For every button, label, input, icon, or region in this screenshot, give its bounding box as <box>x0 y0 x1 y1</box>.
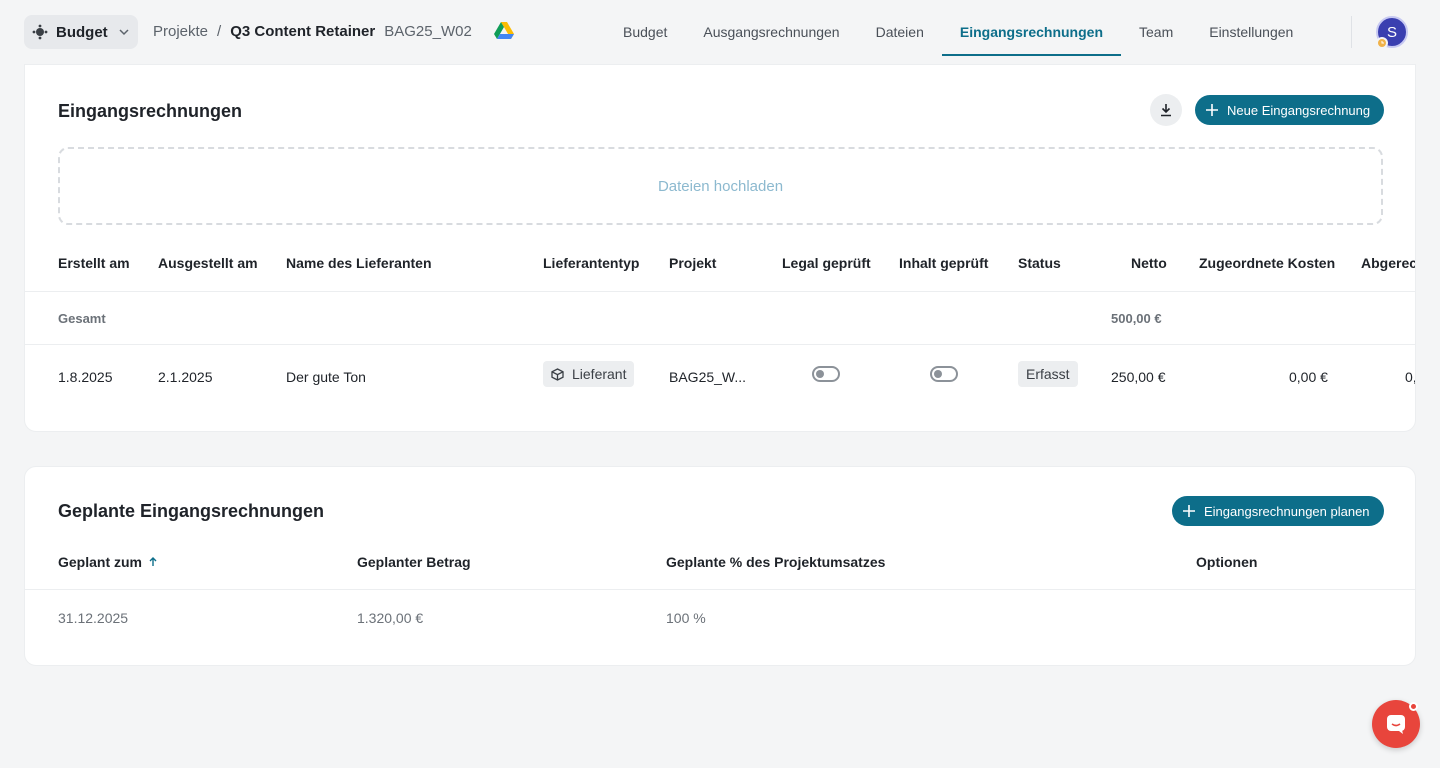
planned-percent: 100 % <box>666 610 706 626</box>
total-net: 500,00 € <box>1111 311 1162 326</box>
row-created: 1.8.2025 <box>58 369 113 385</box>
planned-title: Geplante Eingangsrechnungen <box>58 501 325 521</box>
app-switcher[interactable]: Budget <box>24 15 138 49</box>
avatar[interactable]: S <box>1376 16 1408 49</box>
supplier-type-tag: Lieferant <box>543 361 635 387</box>
col-zugeordnete-kosten[interactable]: Zugeordnete Kosten <box>1199 255 1335 271</box>
planned-invoices-card: Geplante Eingangsrechnungen Eingangsrech… <box>24 466 1416 666</box>
row-issued: 2.1.2025 <box>158 369 213 385</box>
row-project: BAG25_W... <box>669 369 747 385</box>
breadcrumb-projects[interactable]: Projekte <box>153 23 208 40</box>
col-ausgestellt-am[interactable]: Ausgestellt am <box>158 255 258 271</box>
new-invoice-label: Neue Eingangsrechnung <box>1227 102 1371 118</box>
row-net: 250,00 € <box>1111 369 1166 385</box>
tab-einstellungen[interactable]: Einstellungen <box>1191 0 1311 56</box>
top-bar: Budget Projekte / Q3 Content Retainer BA… <box>0 0 1440 64</box>
row-billed: 0, <box>1405 369 1416 385</box>
download-button[interactable] <box>1150 94 1182 126</box>
chevron-down-icon <box>119 29 129 36</box>
row-assigned-costs: 0,00 € <box>1289 369 1328 385</box>
project-title: Q3 Content Retainer <box>230 22 376 40</box>
new-invoice-button[interactable]: Neue Eingangsrechnung <box>1195 95 1384 125</box>
dropzone-label: Dateien hochladen <box>657 177 784 195</box>
chat-icon <box>1387 715 1405 734</box>
planned-amount: 1.320,00 € <box>357 610 424 626</box>
supplier-type-label: Lieferant <box>572 366 627 382</box>
breadcrumb: Projekte / Q3 Content Retainer BAG25_W02 <box>153 22 514 40</box>
col-geplante-prozent[interactable]: Geplante % des Projektumsatzes <box>666 554 885 570</box>
plus-icon <box>1206 104 1218 116</box>
file-dropzone[interactable]: Dateien hochladen <box>58 147 1383 225</box>
planned-date: 31.12.2025 <box>58 610 129 626</box>
col-geplanter-betrag[interactable]: Geplanter Betrag <box>357 554 471 570</box>
total-label: Gesamt <box>58 311 106 326</box>
chat-launcher-button[interactable] <box>1372 700 1420 748</box>
tab-eingangsrechnungen[interactable]: Eingangsrechnungen <box>941 0 1122 56</box>
col-projekt[interactable]: Projekt <box>669 255 716 271</box>
status-clock-icon <box>1376 37 1388 49</box>
tab-dateien[interactable]: Dateien <box>858 0 942 56</box>
plus-icon <box>1183 505 1195 517</box>
status-badge: Erfasst <box>1018 361 1078 387</box>
status-label: Erfasst <box>1026 366 1070 382</box>
plan-invoices-label: Eingangsrechnungen planen <box>1204 503 1370 519</box>
invoices-title: Eingangsrechnungen <box>58 101 243 121</box>
divider <box>25 344 1415 345</box>
col-erstellt-am[interactable]: Erstellt am <box>58 255 130 271</box>
content-checked-toggle[interactable] <box>930 366 958 382</box>
col-status[interactable]: Status <box>1018 255 1061 271</box>
col-netto[interactable]: Netto <box>1131 255 1167 271</box>
google-drive-icon[interactable] <box>493 22 514 40</box>
col-lieferantentyp[interactable]: Lieferantentyp <box>543 255 639 271</box>
tab-team[interactable]: Team <box>1121 0 1191 56</box>
divider <box>25 291 1415 292</box>
plan-invoices-button[interactable]: Eingangsrechnungen planen <box>1172 496 1384 526</box>
app-logo-icon <box>32 24 48 40</box>
row-supplier: Der gute Ton <box>286 369 366 385</box>
main-nav: Budget Ausgangsrechnungen Dateien Eingan… <box>605 0 1311 56</box>
col-lieferant[interactable]: Name des Lieferanten <box>286 255 432 271</box>
nav-divider <box>1351 16 1352 48</box>
tab-ausgangsrechnungen[interactable]: Ausgangsrechnungen <box>685 0 857 56</box>
divider <box>25 589 1415 590</box>
col-inhalt-geprueft[interactable]: Inhalt geprüft <box>899 255 988 271</box>
col-geplant-zum-label: Geplant zum <box>58 554 143 570</box>
col-geplant-zum[interactable]: Geplant zum <box>58 554 158 570</box>
project-code: BAG25_W02 <box>384 22 472 40</box>
sort-ascending-icon <box>149 557 157 566</box>
download-icon <box>1161 104 1171 117</box>
col-abgerechnet[interactable]: Abgerec <box>1361 255 1415 271</box>
col-optionen: Optionen <box>1196 554 1258 570</box>
tab-budget[interactable]: Budget <box>605 0 685 56</box>
package-icon <box>551 367 564 381</box>
breadcrumb-separator: / <box>217 22 222 40</box>
invoices-card: Eingangsrechnungen Neue Eingangsrechnung… <box>24 64 1416 432</box>
legal-checked-toggle[interactable] <box>812 366 840 382</box>
app-label: Budget <box>56 23 108 41</box>
notification-dot <box>1409 702 1418 711</box>
col-legal-geprueft[interactable]: Legal geprüft <box>782 255 871 271</box>
avatar-initial: S <box>1386 23 1397 41</box>
